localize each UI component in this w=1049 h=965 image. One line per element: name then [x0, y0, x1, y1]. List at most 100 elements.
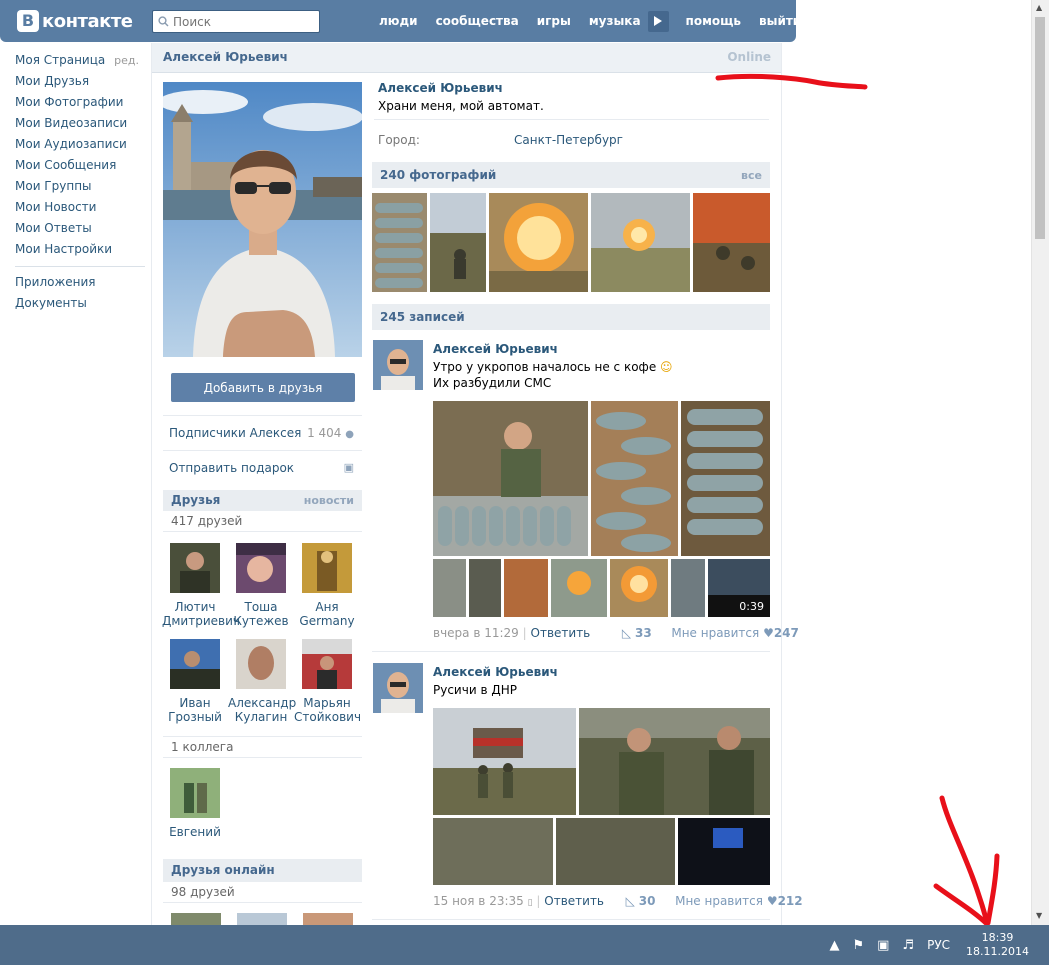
friends-news-link[interactable]: новости	[304, 494, 354, 507]
profile-name: Алексей Юрьевич	[378, 81, 503, 95]
friend-card[interactable]: Александр Кулагин	[228, 639, 296, 724]
post-photo[interactable]	[433, 708, 576, 815]
post-photo-small[interactable]	[671, 559, 705, 617]
friend-card[interactable]: Марьян Стойкович	[294, 639, 361, 724]
post-photo[interactable]	[556, 818, 675, 885]
post-photo[interactable]	[681, 401, 770, 556]
menu-my-friends[interactable]: Мои Друзья	[15, 71, 145, 92]
friends-online-count[interactable]: 98 друзей	[171, 885, 235, 899]
friends-online-header[interactable]: Друзья онлайн	[163, 859, 362, 882]
like-label[interactable]: Мне нравится	[675, 894, 763, 908]
post-photo-small[interactable]	[551, 559, 607, 617]
menu-my-answers[interactable]: Мои Ответы	[15, 218, 145, 239]
post-photo[interactable]	[579, 708, 770, 815]
post-author-name[interactable]: Алексей Юрьевич	[433, 342, 558, 356]
nav-communities[interactable]: сообщества	[427, 0, 528, 42]
post-photo-small[interactable]	[610, 559, 668, 617]
colleagues-header: 1 коллега	[163, 736, 362, 758]
colleagues-count[interactable]: 1 коллега	[171, 740, 233, 754]
scroll-down-icon[interactable]: ▼	[1036, 911, 1042, 920]
wall-header[interactable]: 245 записей	[372, 304, 770, 330]
windows-taskbar: ▲ ⚑ ▣ ♬ РУС 18:39 18.11.2014	[0, 925, 1049, 965]
post-time[interactable]: 15 ноя в 23:35	[433, 894, 524, 908]
friends-count[interactable]: 417 друзей	[171, 514, 242, 528]
wall-title: 245 записей	[380, 310, 465, 324]
like-label[interactable]: Мне нравится	[671, 626, 759, 640]
profile-status[interactable]: Храни меня, мой автомат.	[378, 99, 544, 113]
photo-thumb[interactable]	[372, 193, 427, 292]
edit-link[interactable]: ред.	[114, 50, 139, 71]
clock[interactable]: 18:39 18.11.2014	[966, 931, 1029, 959]
nav-music[interactable]: музыка	[580, 0, 650, 42]
vk-logo-text: контакте	[42, 10, 133, 32]
post-time[interactable]: вчера в 11:29	[433, 626, 519, 640]
heart-icon[interactable]: ♥	[767, 894, 778, 908]
photo-thumb[interactable]	[489, 193, 588, 292]
friend-card[interactable]: Тоша Кутежев	[228, 543, 294, 628]
scroll-up-icon[interactable]: ▲	[1036, 3, 1042, 12]
menu-my-audio[interactable]: Мои Аудиозаписи	[15, 134, 145, 155]
repost-icon[interactable]: ◺	[622, 626, 631, 640]
friend-online-avatar[interactable]	[303, 913, 353, 925]
search-input[interactable]	[173, 12, 313, 31]
post-photo[interactable]	[433, 818, 553, 885]
post-photo-small[interactable]	[504, 559, 548, 617]
photo-thumb[interactable]	[591, 193, 690, 292]
menu-apps[interactable]: Приложения	[15, 272, 145, 293]
menu-my-videos[interactable]: Мои Видеозаписи	[15, 113, 145, 134]
menu-my-settings[interactable]: Мои Настройки	[15, 239, 145, 260]
menu-my-photos[interactable]: Мои Фотографии	[15, 92, 145, 113]
city-link[interactable]: Санкт-Петербург	[514, 133, 623, 147]
input-language[interactable]: РУС	[927, 938, 950, 952]
friend-card[interactable]: Аня Germany	[294, 543, 360, 628]
post-photo[interactable]	[433, 401, 588, 556]
online-status: Online	[727, 50, 771, 64]
network-icon[interactable]: ▣	[877, 938, 889, 953]
post-author-avatar[interactable]	[373, 340, 423, 390]
post-video[interactable]: 0:39	[708, 559, 770, 617]
photos-all-link[interactable]: все	[741, 169, 762, 182]
nav-games[interactable]: игры	[528, 0, 580, 42]
post-photo-small[interactable]	[469, 559, 501, 617]
post-photo[interactable]	[591, 401, 678, 556]
vk-logo[interactable]: В контакте	[17, 8, 133, 34]
music-play-button[interactable]	[647, 10, 669, 32]
post-photo[interactable]	[678, 818, 770, 885]
post-reply-link[interactable]: Ответить	[531, 626, 591, 640]
search-box[interactable]	[152, 10, 320, 33]
photo-thumb[interactable]	[430, 193, 486, 292]
post-photo-small[interactable]	[433, 559, 466, 617]
nav-people[interactable]: люди	[370, 0, 427, 42]
colleague-card[interactable]: Евгений	[162, 768, 228, 839]
menu-my-news[interactable]: Мои Новости	[15, 197, 145, 218]
profile-avatar[interactable]	[163, 82, 362, 357]
friend-online-avatar[interactable]	[237, 913, 287, 925]
photos-header[interactable]: 240 фотографий все	[372, 162, 770, 188]
repost-icon[interactable]: ◺	[626, 894, 635, 908]
send-gift-row[interactable]: Отправить подарок ▣	[163, 450, 362, 485]
heart-icon[interactable]: ♥	[763, 626, 774, 640]
menu-documents[interactable]: Документы	[15, 293, 145, 314]
action-center-flag-icon[interactable]: ⚑	[852, 938, 864, 953]
friends-header[interactable]: Друзья новости	[163, 490, 362, 511]
post-author-name[interactable]: Алексей Юрьевич	[433, 665, 558, 679]
post-text: Русичи в ДНР	[433, 683, 517, 697]
volume-icon[interactable]: ♬	[902, 938, 914, 953]
info-divider	[374, 119, 769, 120]
menu-my-groups[interactable]: Мои Группы	[15, 176, 145, 197]
scrollbar[interactable]: ▲ ▼	[1031, 0, 1049, 925]
post-author-avatar[interactable]	[373, 663, 423, 713]
menu-my-messages[interactable]: Мои Сообщения	[15, 155, 145, 176]
friend-card[interactable]: Иван Грозный	[162, 639, 228, 724]
scroll-thumb[interactable]	[1035, 17, 1045, 239]
friend-online-avatar[interactable]	[171, 913, 221, 925]
photo-thumb[interactable]	[693, 193, 770, 292]
subscribers-row[interactable]: Подписчики Алексея 1 404 ●	[163, 415, 362, 450]
menu-my-page[interactable]: Моя Страница ред.	[15, 50, 145, 71]
post-reply-link[interactable]: Ответить	[544, 894, 604, 908]
add-friend-button[interactable]: Добавить в друзья	[171, 373, 355, 402]
nav-help[interactable]: помощь	[677, 0, 750, 42]
show-hidden-icons-icon[interactable]: ▲	[829, 938, 839, 953]
nav-logout[interactable]: выйти	[750, 0, 810, 42]
friend-card[interactable]: Лютич Дмитриевич	[162, 543, 240, 628]
